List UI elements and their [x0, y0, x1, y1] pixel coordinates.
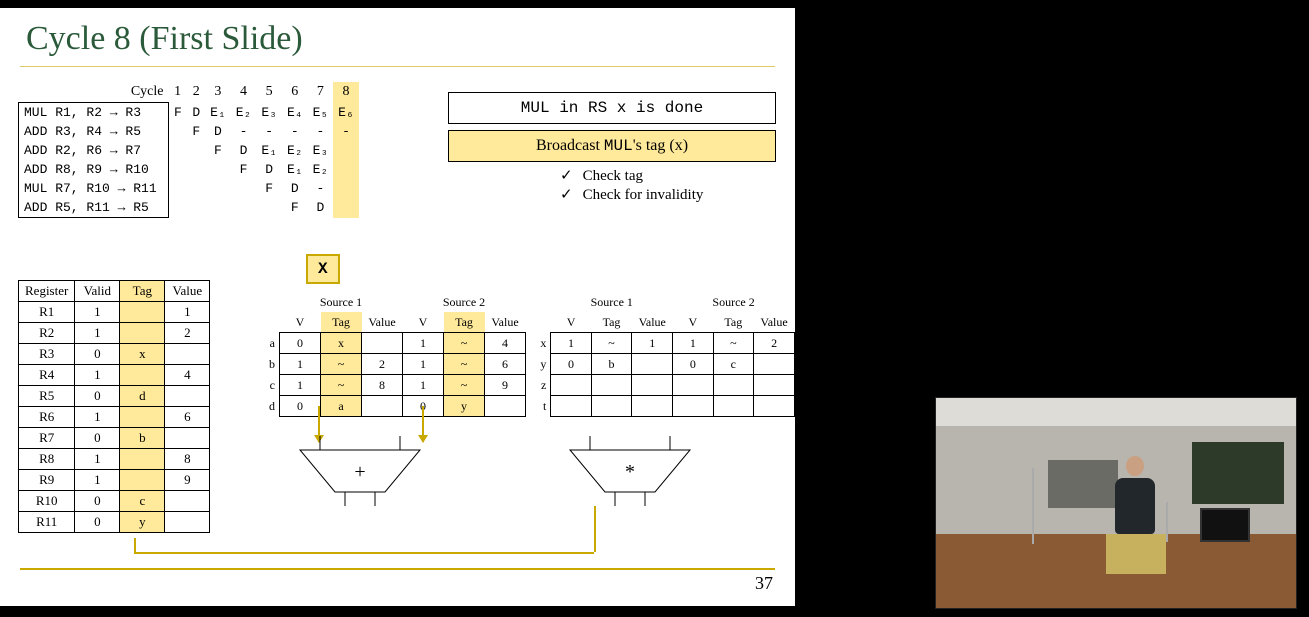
op-star: *: [625, 461, 635, 483]
cdb-wire: [134, 552, 594, 554]
video-frame: Cycle 8 (First Slide) Cycle 1 2 3 4 5 6 …: [0, 0, 1309, 617]
cycle-label: Cycle: [19, 82, 169, 103]
cycle-header-row: Cycle 1 2 3 4 5 6 7 8: [19, 82, 359, 103]
status-broadcast-box: Broadcast MUL's tag (x): [448, 130, 776, 162]
status-done-box: MUL in RS x is done: [448, 92, 776, 124]
top-rule: [20, 66, 775, 67]
op-plus: +: [354, 461, 365, 483]
pipeline-diagram: Cycle 1 2 3 4 5 6 7 8 MUL R1, R2 → R3FDE…: [18, 82, 359, 218]
cdb-wire: [594, 506, 596, 552]
reservation-station-mul: Source 1Source 2 V Tag Value V Tag Value…: [510, 292, 795, 417]
reservation-station-add: Source 1Source 2 V Tag Value V Tag Value…: [238, 292, 526, 417]
bottom-rule: [20, 568, 775, 570]
register-file-table: Register Valid Tag Value R111R212R30xR41…: [18, 280, 210, 533]
slide-title: Cycle 8 (First Slide): [26, 20, 303, 58]
status-done-text: MUL in RS x is done: [521, 99, 703, 117]
cdb-wire: [134, 538, 136, 552]
broadcast-tag-box: X: [306, 254, 340, 284]
check-item: Check tag: [560, 166, 703, 185]
page-number: 37: [755, 573, 773, 594]
checklist: Check tag Check for invalidity: [560, 166, 703, 204]
multiplier-fu: *: [560, 436, 700, 516]
slide: Cycle 8 (First Slide) Cycle 1 2 3 4 5 6 …: [0, 8, 795, 606]
check-item: Check for invalidity: [560, 185, 703, 204]
camera-feed: [935, 397, 1297, 609]
adder-fu: +: [290, 436, 430, 516]
